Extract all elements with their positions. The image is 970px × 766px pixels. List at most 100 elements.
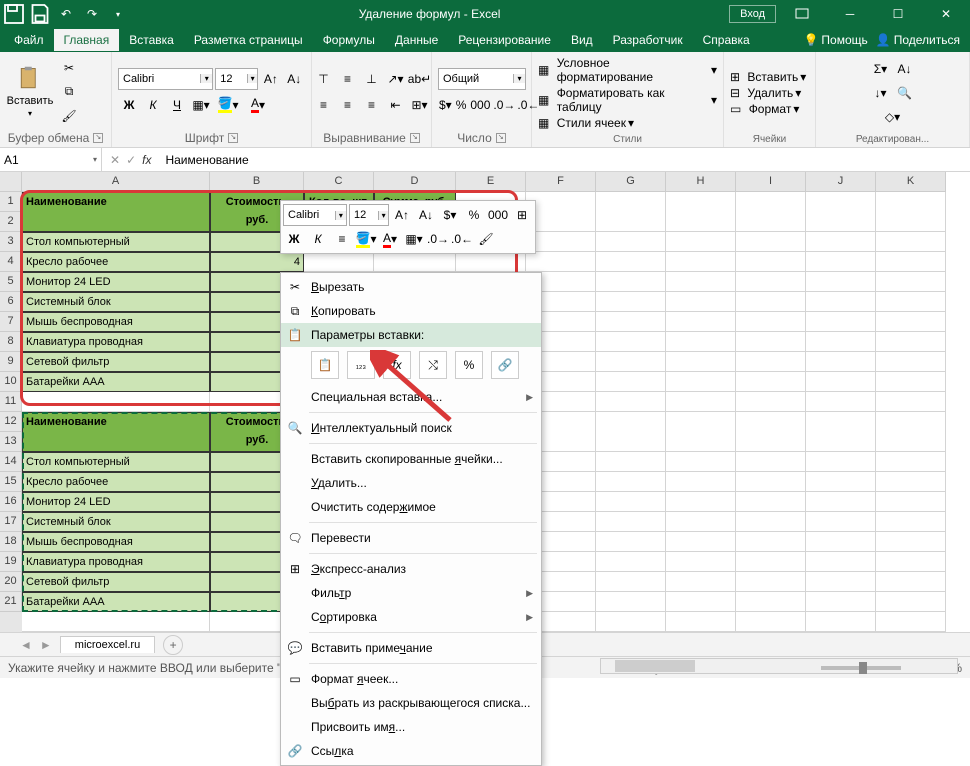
- cell[interactable]: [876, 252, 946, 272]
- cell[interactable]: [596, 552, 666, 572]
- cell[interactable]: [596, 332, 666, 352]
- paste-link-icon[interactable]: 🔗: [491, 351, 519, 379]
- cell[interactable]: [666, 392, 736, 412]
- cm-quick-analysis[interactable]: ⊞Экспресс-анализ: [281, 557, 541, 581]
- cell[interactable]: [666, 532, 736, 552]
- align-right-icon[interactable]: ≡: [361, 94, 383, 116]
- cell[interactable]: [876, 492, 946, 512]
- row-header[interactable]: 8: [0, 332, 22, 352]
- paste-values-icon[interactable]: ₁₂₃: [347, 351, 375, 379]
- cell[interactable]: [736, 292, 806, 312]
- cell[interactable]: [666, 572, 736, 592]
- tab-file[interactable]: Файл: [4, 29, 54, 51]
- delete-cells-button[interactable]: ⊟ Удалить▾: [730, 86, 809, 100]
- cm-translate[interactable]: 🗨Перевести: [281, 526, 541, 550]
- mini-format-painter-icon[interactable]: 🖌: [475, 228, 497, 250]
- paste-transpose-icon[interactable]: ⤭: [419, 351, 447, 379]
- align-left-icon[interactable]: ≡: [313, 94, 335, 116]
- cell[interactable]: [596, 252, 666, 272]
- cell[interactable]: [666, 592, 736, 612]
- row-header[interactable]: 3: [0, 232, 22, 252]
- increase-decimal-icon[interactable]: .0→: [493, 94, 515, 116]
- cell[interactable]: [596, 372, 666, 392]
- add-sheet-button[interactable]: +: [163, 635, 183, 655]
- alignment-dialog-icon[interactable]: ↘: [410, 133, 420, 143]
- cell[interactable]: [596, 492, 666, 512]
- row-header[interactable]: 9: [0, 352, 22, 372]
- cell[interactable]: [596, 312, 666, 332]
- paste-button[interactable]: Вставить ▾: [6, 59, 54, 125]
- cell[interactable]: [876, 452, 946, 472]
- cm-paste-special[interactable]: Специальная вставка...▶: [281, 385, 541, 409]
- cell[interactable]: [22, 392, 210, 412]
- decrease-font-icon[interactable]: A↓: [284, 68, 305, 90]
- italic-button[interactable]: К: [142, 94, 164, 116]
- cell[interactable]: [374, 252, 456, 272]
- tab-help[interactable]: Справка: [693, 29, 760, 51]
- cell[interactable]: [876, 292, 946, 312]
- cell[interactable]: [666, 612, 736, 632]
- cell[interactable]: [666, 412, 736, 452]
- cell[interactable]: [736, 572, 806, 592]
- cell[interactable]: [806, 512, 876, 532]
- col-header[interactable]: I: [736, 172, 806, 192]
- mini-merge-icon[interactable]: ⊞: [511, 204, 533, 226]
- copy-icon[interactable]: ⧉: [58, 81, 80, 103]
- mini-currency-icon[interactable]: $▾: [439, 204, 461, 226]
- mini-percent-icon[interactable]: %: [463, 204, 485, 226]
- format-painter-icon[interactable]: 🖌: [58, 105, 80, 127]
- cell[interactable]: [736, 192, 806, 232]
- fill-color-icon[interactable]: 🪣▾: [214, 94, 242, 116]
- font-selector[interactable]: ▾: [118, 68, 213, 90]
- cell[interactable]: [666, 512, 736, 532]
- align-middle-icon[interactable]: ≡: [337, 68, 359, 90]
- comma-icon[interactable]: 000: [469, 94, 491, 116]
- cell[interactable]: Мышь беспроводная: [22, 532, 210, 552]
- cell[interactable]: [736, 532, 806, 552]
- cell[interactable]: [736, 272, 806, 292]
- cm-copy[interactable]: ⧉Копировать: [281, 299, 541, 323]
- cell[interactable]: 4: [210, 252, 304, 272]
- cell[interactable]: [876, 332, 946, 352]
- cell[interactable]: [666, 272, 736, 292]
- font-size-selector[interactable]: ▾: [215, 68, 258, 90]
- cm-format-cells[interactable]: ▭Формат ячеек...: [281, 667, 541, 691]
- tab-insert[interactable]: Вставка: [119, 29, 184, 51]
- cell[interactable]: Наименование: [22, 412, 210, 452]
- cell[interactable]: Батарейки ААА: [22, 372, 210, 392]
- cell[interactable]: Системный блок: [22, 512, 210, 532]
- col-header[interactable]: F: [526, 172, 596, 192]
- cell[interactable]: [596, 512, 666, 532]
- tab-data[interactable]: Данные: [385, 29, 448, 51]
- mini-fontcolor-icon[interactable]: A▾: [379, 228, 401, 250]
- save-icon[interactable]: [28, 2, 52, 26]
- paste-formulas-icon[interactable]: fx: [383, 351, 411, 379]
- cell[interactable]: [876, 392, 946, 412]
- col-header[interactable]: J: [806, 172, 876, 192]
- font-color-icon[interactable]: A▾: [244, 94, 272, 116]
- cancel-entry-icon[interactable]: ✕: [110, 153, 120, 167]
- undo-icon[interactable]: ↶: [54, 2, 78, 26]
- cell[interactable]: [596, 612, 666, 632]
- tab-home[interactable]: Главная: [54, 29, 120, 51]
- row-header[interactable]: 2: [0, 212, 22, 232]
- row-header[interactable]: 7: [0, 312, 22, 332]
- cell[interactable]: [304, 252, 374, 272]
- share-button[interactable]: 👤Поделиться: [876, 33, 960, 47]
- sheet-tab[interactable]: microexcel.ru: [60, 636, 155, 653]
- align-top-icon[interactable]: ⊤: [313, 68, 335, 90]
- row-header[interactable]: 21: [0, 592, 22, 612]
- row-header[interactable]: 13: [0, 432, 22, 452]
- cell[interactable]: [526, 192, 596, 232]
- row-header[interactable]: 18: [0, 532, 22, 552]
- cell[interactable]: [806, 392, 876, 412]
- cm-pick-from-list[interactable]: Выбрать из раскрывающегося списка...: [281, 691, 541, 715]
- cell[interactable]: [806, 592, 876, 612]
- cell[interactable]: Монитор 24 LED: [22, 272, 210, 292]
- minimize-icon[interactable]: ─: [828, 0, 872, 28]
- row-header[interactable]: 10: [0, 372, 22, 392]
- redo-icon[interactable]: ↷: [80, 2, 104, 26]
- wrap-text-icon[interactable]: ab↵: [409, 68, 431, 90]
- cell[interactable]: [806, 272, 876, 292]
- cell[interactable]: Мышь беспроводная: [22, 312, 210, 332]
